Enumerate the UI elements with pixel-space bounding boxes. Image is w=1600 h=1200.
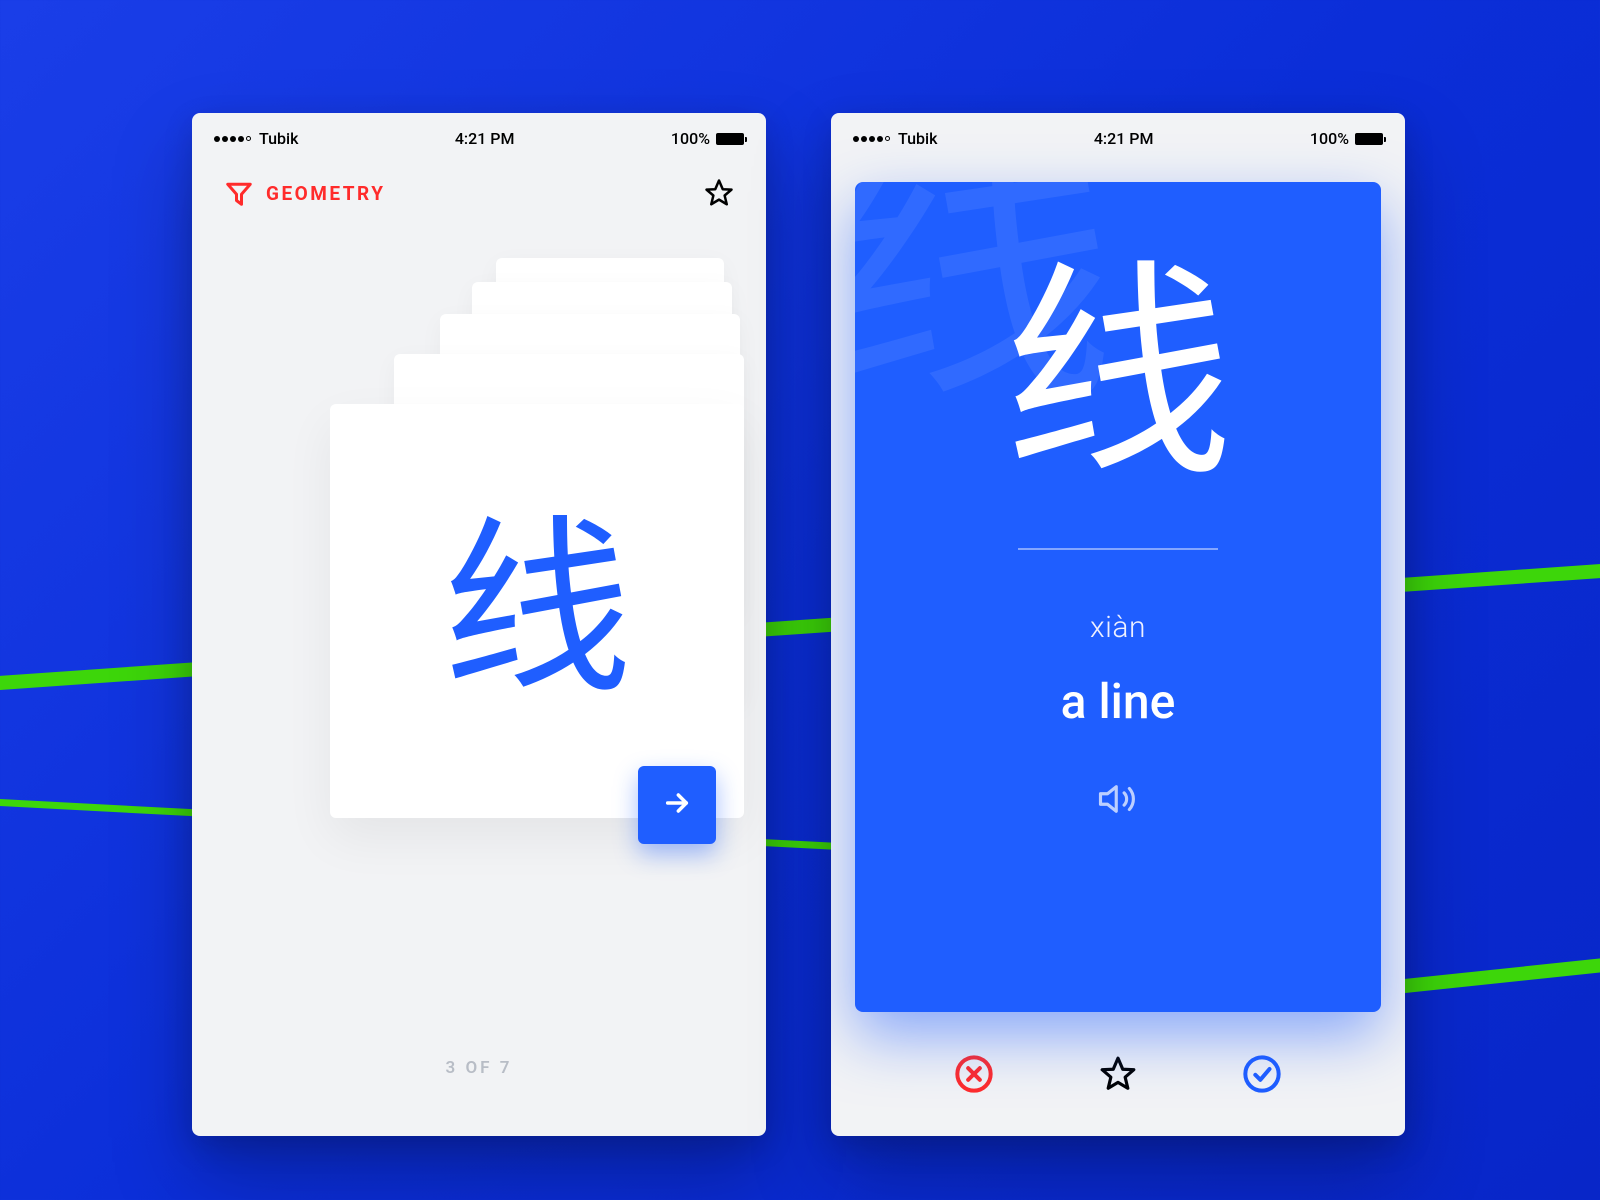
next-button[interactable]: [638, 766, 716, 844]
header: GEOMETRY: [192, 158, 766, 218]
star-icon: [1099, 1055, 1137, 1097]
statusbar: Tubik 4:21 PM 100%: [831, 113, 1405, 158]
funnel-icon: [224, 178, 254, 208]
signal-dots-icon: [214, 136, 251, 142]
phone-deck-screen: Tubik 4:21 PM 100% GEOMETRY: [192, 113, 766, 1136]
favorite-button[interactable]: [1099, 1055, 1137, 1097]
reject-button[interactable]: [954, 1054, 994, 1098]
battery-percent: 100%: [671, 129, 710, 148]
progress-counter: 3 OF 7: [192, 1058, 766, 1078]
battery-percent: 100%: [1310, 129, 1349, 148]
carrier-label: Tubik: [259, 129, 298, 148]
flashcard-front[interactable]: 线: [330, 404, 744, 818]
hanzi-character: 线: [442, 516, 632, 706]
battery-icon: [716, 133, 744, 145]
phone-card-detail-screen: Tubik 4:21 PM 100% 线 线 xiàn a line: [831, 113, 1405, 1136]
clock: 4:21 PM: [1094, 129, 1154, 148]
approve-button[interactable]: [1242, 1054, 1282, 1098]
arrow-right-icon: [661, 787, 693, 823]
x-circle-icon: [954, 1054, 994, 1098]
clock: 4:21 PM: [455, 129, 515, 148]
divider: [1018, 548, 1218, 550]
action-bar: [831, 1012, 1405, 1098]
flashcard-stack: 线: [192, 258, 766, 978]
flashcard-back[interactable]: 线 线 xiàn a line: [855, 182, 1381, 1012]
battery-icon: [1355, 133, 1383, 145]
statusbar: Tubik 4:21 PM 100%: [192, 113, 766, 158]
signal-dots-icon: [853, 136, 890, 142]
hanzi-character: 线: [1003, 262, 1233, 492]
category-badge[interactable]: GEOMETRY: [224, 178, 386, 208]
category-label: GEOMETRY: [266, 182, 386, 205]
carrier-label: Tubik: [898, 129, 937, 148]
meaning-label: a line: [1061, 673, 1176, 730]
check-circle-icon: [1242, 1054, 1282, 1098]
favorite-button[interactable]: [704, 178, 734, 208]
play-audio-button[interactable]: [1097, 778, 1139, 824]
speaker-icon: [1097, 805, 1139, 824]
pinyin-label: xiàn: [1090, 610, 1146, 645]
